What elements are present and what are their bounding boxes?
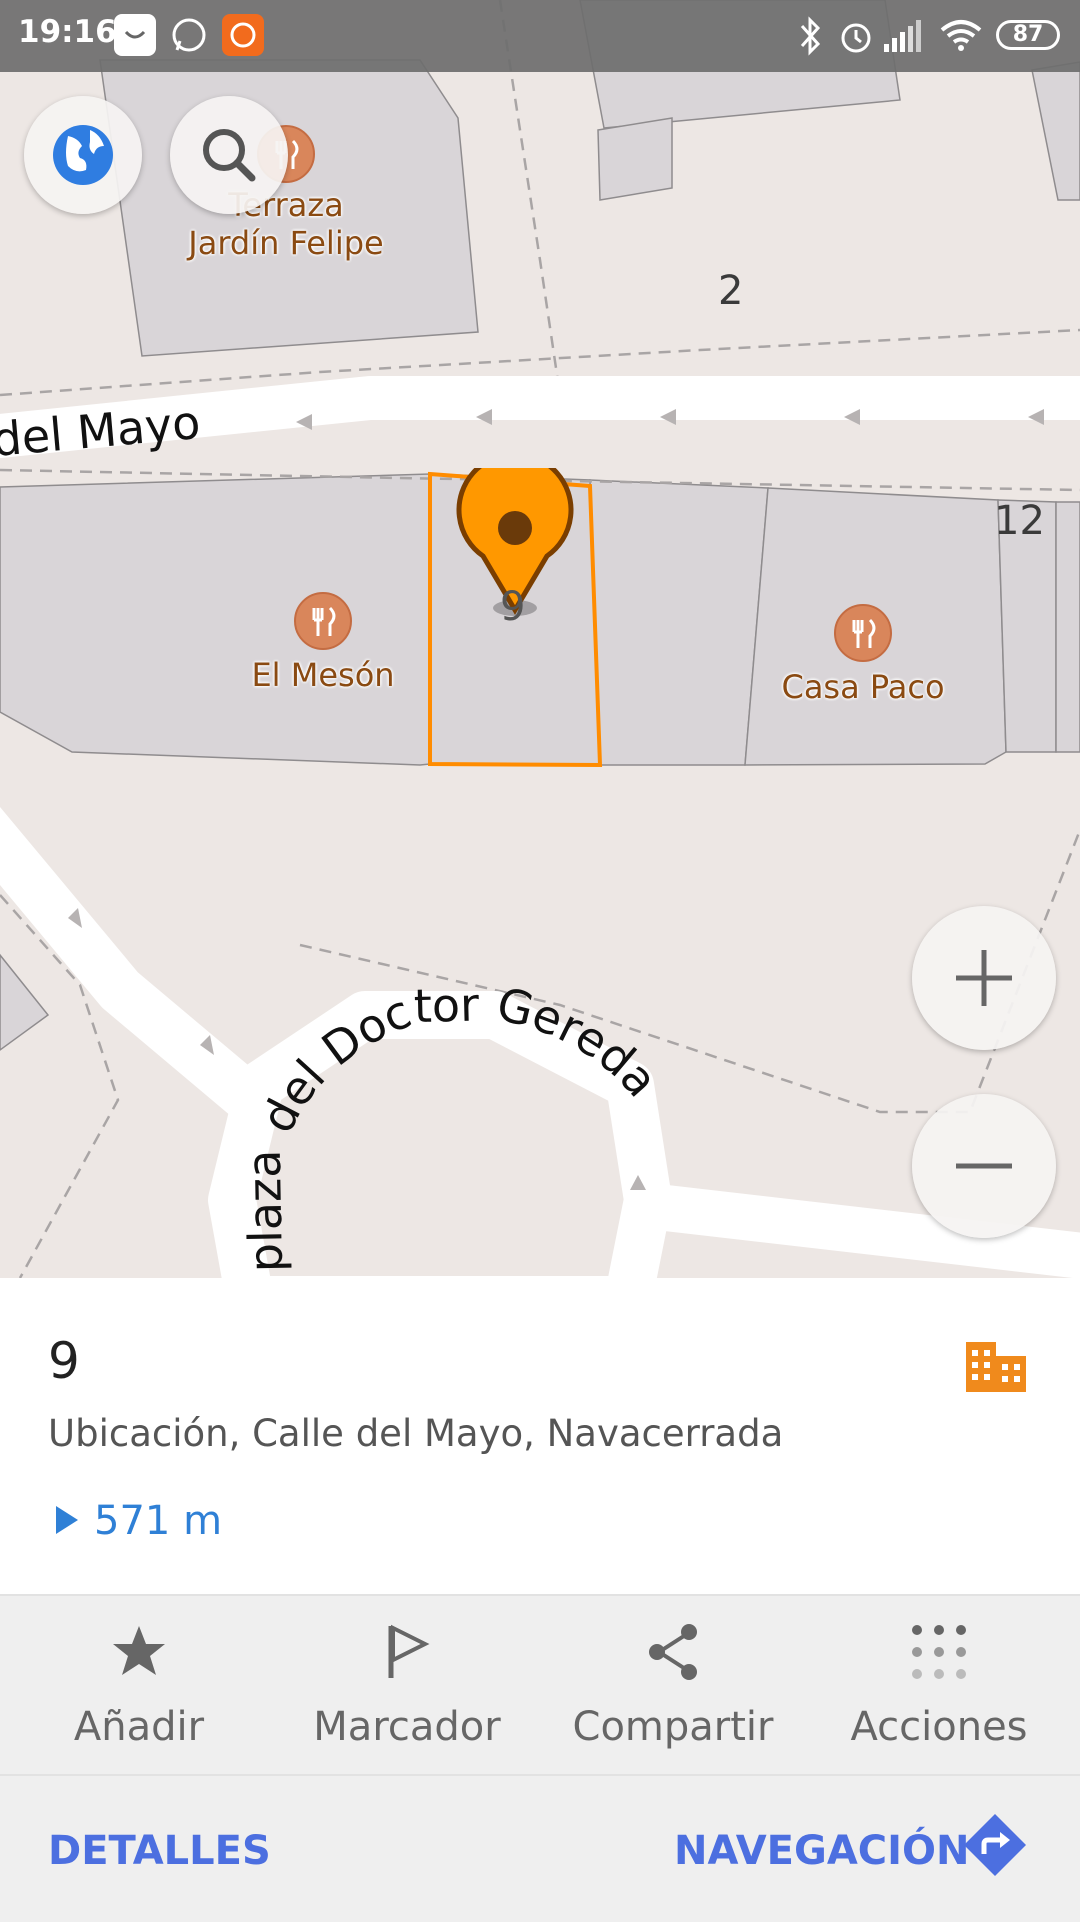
alarm-icon [841,23,871,53]
bluetooth-icon [800,16,821,56]
navigation-button[interactable]: NAVEGACIÓN [674,1828,970,1874]
add-button[interactable]: Añadir [4,1596,274,1774]
whatsapp-icon [168,14,210,56]
search-icon [203,129,256,182]
distance-value: 571 m [94,1498,223,1544]
details-button[interactable]: DETALLES [48,1828,271,1874]
globe-icon [53,125,113,185]
play-arrow-icon [56,1506,78,1534]
house-number: 12 [994,498,1045,544]
place-address: Ubicación, Calle del Mayo, Navacerrada [48,1412,784,1455]
star-icon [113,1626,165,1675]
building-row-right2 [1055,501,1080,753]
status-time: 19:16 [18,14,117,50]
minus-icon [956,1163,1012,1169]
zoom-out-button[interactable] [912,1094,1056,1238]
place-sheet[interactable]: 9 Ubicación, Calle del Mayo, Navacerrada… [0,1278,1080,1922]
street-label-plaza: plaza del Doctor Gereda [237,977,669,1273]
app-store-icon [114,14,156,56]
share-button[interactable]: Compartir [538,1596,808,1774]
place-title: 9 [48,1332,80,1390]
building-row-left [0,473,431,766]
restaurant-icon[interactable] [834,604,892,662]
restaurant-icon[interactable] [294,592,352,650]
sheet-footer: DETALLES NAVEGACIÓN [0,1774,1080,1922]
building-top-small [597,117,673,201]
building-left-edge [0,953,50,1051]
bookmark-button[interactable]: Marcador [272,1596,542,1774]
status-bar: 19:16 87 [0,0,1080,72]
signal-icon [884,20,921,52]
bookmark-label: Marcador [313,1704,501,1750]
directions-icon[interactable] [962,1812,1028,1878]
grid-dots-icon [912,1625,966,1679]
actions-button[interactable]: Acciones [804,1596,1074,1774]
add-label: Añadir [73,1704,205,1750]
mi-app-icon [222,14,264,56]
distance-link[interactable]: 571 m [56,1498,222,1544]
search-button[interactable] [170,96,288,214]
actions-label: Acciones [850,1704,1028,1750]
poi-label-el-meson: El Mesón [251,656,395,694]
map-canvas[interactable]: del Mayo plaza del Doctor Gereda [0,0,1080,1278]
flag-icon [388,1624,430,1678]
battery-icon: 87 [996,20,1060,50]
house-number-9: 9 [500,584,526,630]
street-label-mayo: del Mayo [0,395,202,467]
poi-label-casa-paco: Casa Paco [781,668,945,706]
layers-button[interactable] [24,96,142,214]
building-top-right [1031,61,1080,201]
action-bar: Añadir Marcador Compartir Acciones [0,1594,1080,1774]
house-number: 2 [718,268,744,314]
share-label: Compartir [572,1704,774,1750]
building-icon [966,1342,1026,1392]
map-view[interactable]: del Mayo plaza del Doctor Gereda 9 Terra… [0,0,1080,1278]
share-icon [649,1624,697,1680]
plus-icon [956,950,1012,1006]
wifi-icon [940,20,982,51]
zoom-in-button[interactable] [912,906,1056,1050]
building-row-mid [589,479,769,766]
